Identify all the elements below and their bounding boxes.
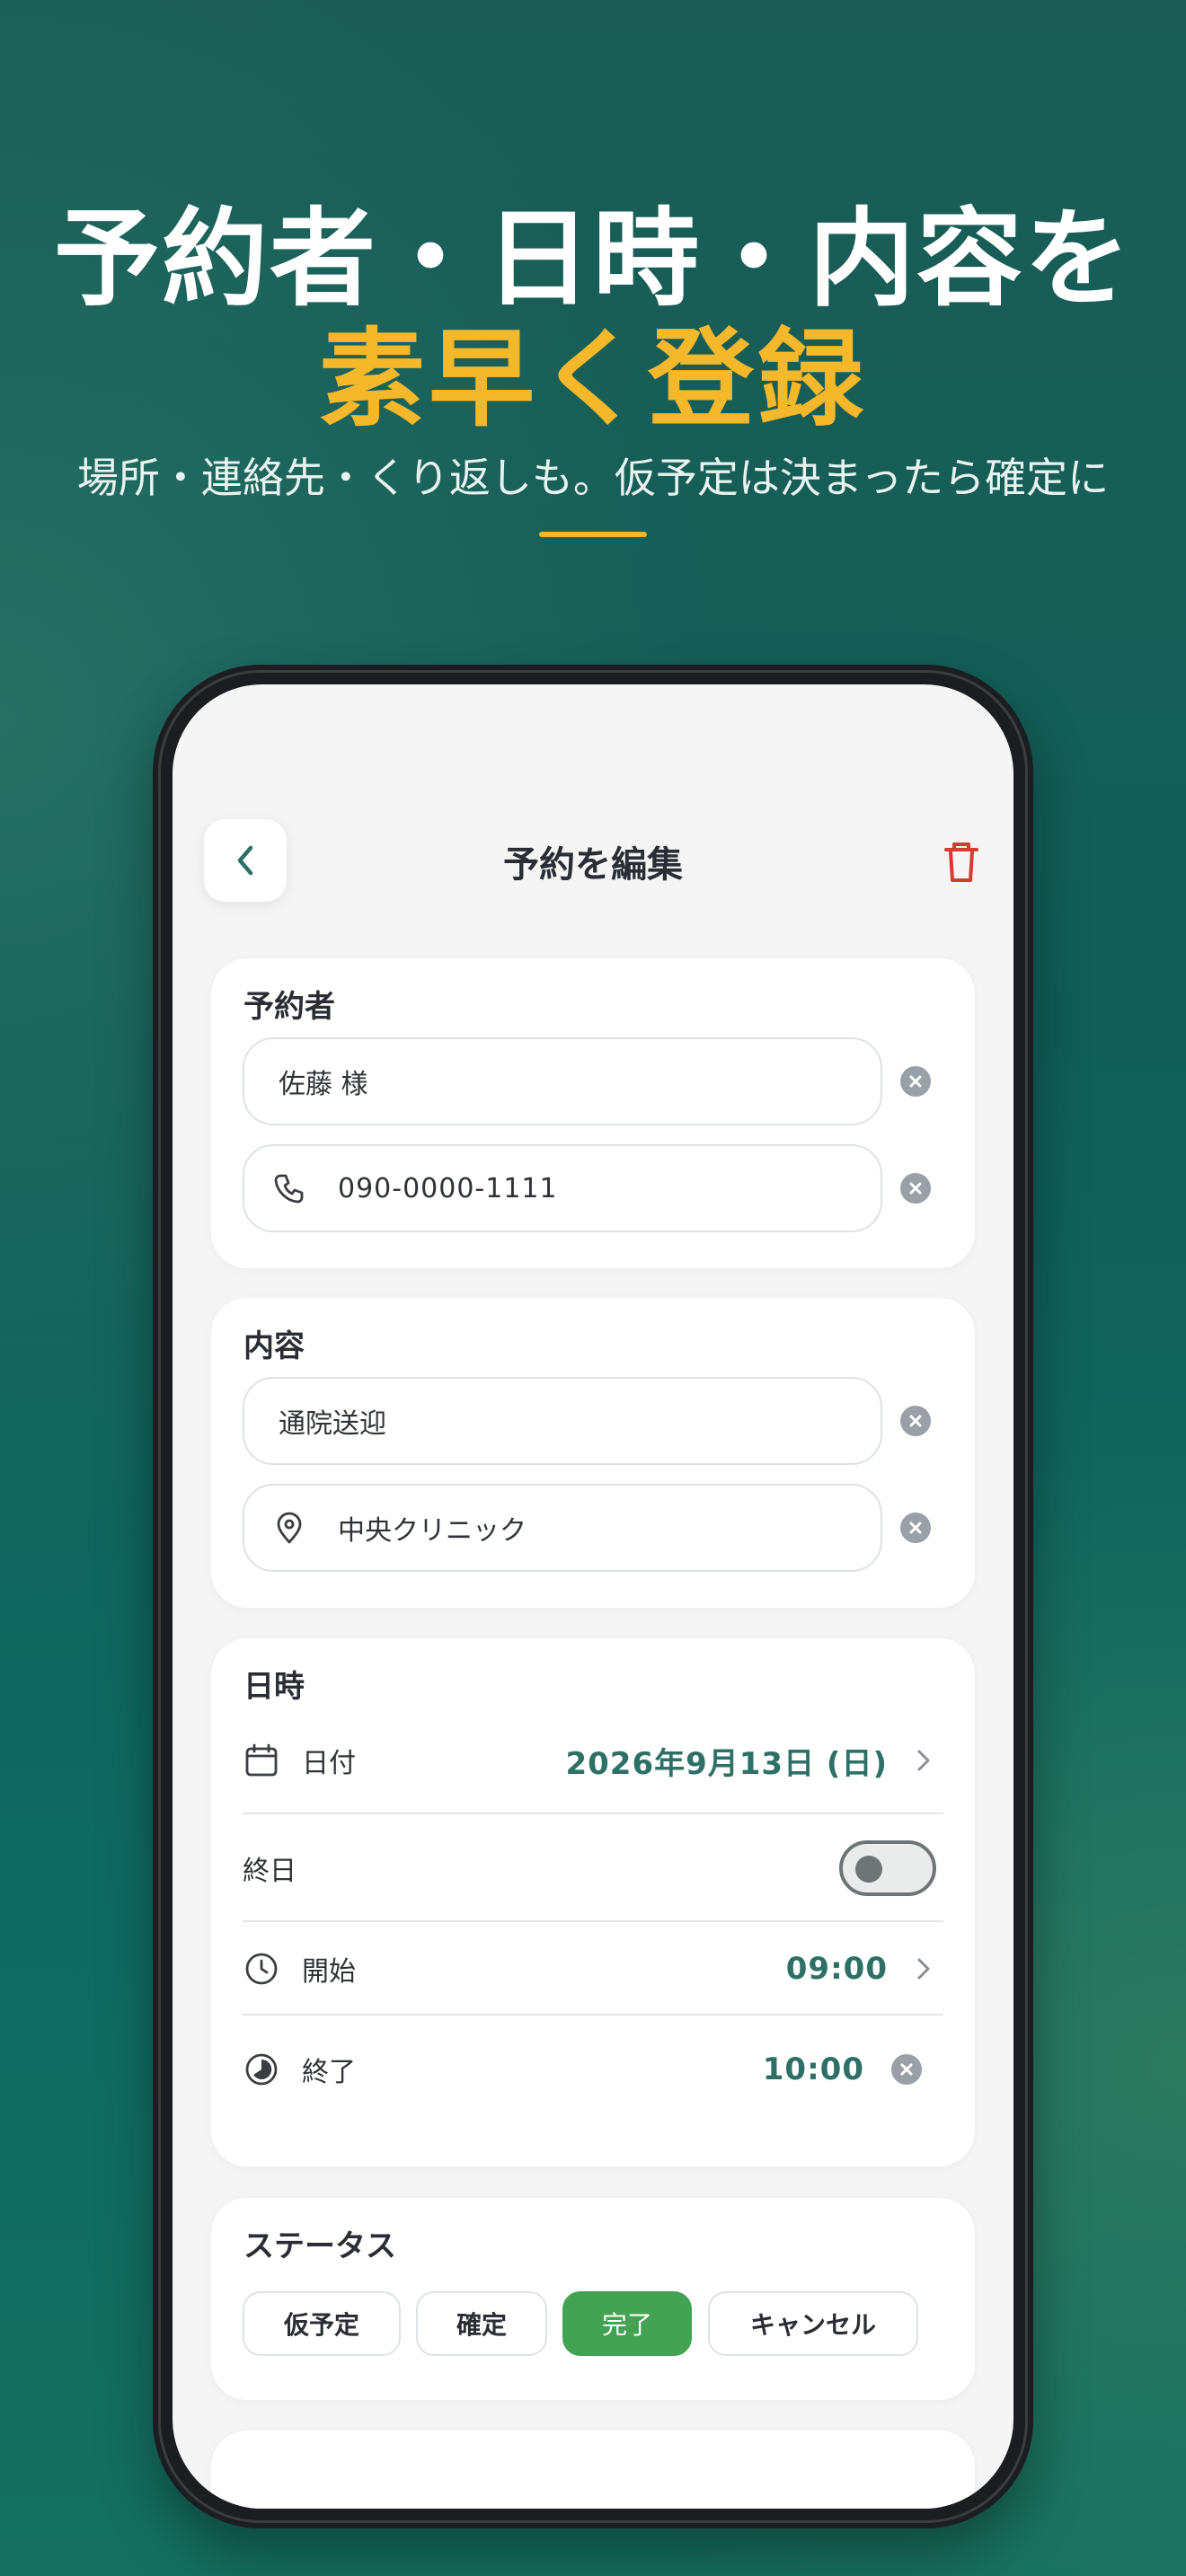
trash-icon[interactable]	[942, 841, 981, 884]
clear-icon[interactable]	[900, 1066, 931, 1097]
app-screen: 予約を編集 予約者 佐藤 様 090-0000-1111 内容 通院送迎 中央ク…	[173, 684, 1013, 2509]
page-title: 予約を編集	[503, 844, 683, 886]
hero-headline: 予約者・日時・内容を	[53, 197, 1132, 321]
description-field[interactable]: 通院送迎	[243, 1377, 882, 1465]
reserver-card-title: 予約者	[243, 989, 335, 1025]
status-card: ステータス 仮予定 確定 完了 キャンセル	[211, 2198, 975, 2400]
date-row[interactable]: 日付 2026年9月13日 (日)	[243, 1716, 943, 1805]
phone-value: 090-0000-1111	[338, 1172, 558, 1204]
description-value: 通院送迎	[279, 1408, 386, 1440]
phone-icon	[271, 1170, 307, 1206]
chevron-right-icon	[917, 1958, 930, 1980]
phone-frame: 予約を編集 予約者 佐藤 様 090-0000-1111 内容 通院送迎 中央ク…	[153, 665, 1033, 2528]
clock-half-icon	[243, 2051, 280, 2088]
map-pin-icon	[271, 1510, 307, 1546]
clear-icon[interactable]	[900, 1406, 931, 1436]
divider	[243, 2014, 943, 2016]
content-card: 内容 通院送迎 中央クリニック	[211, 1298, 975, 1608]
start-label: 開始	[302, 1956, 356, 1988]
calendar-icon	[243, 1742, 280, 1779]
reserver-name-value: 佐藤 様	[279, 1069, 368, 1100]
status-chip-tentative[interactable]: 仮予定	[243, 2291, 401, 2356]
hero-subtitle: 場所・連絡先・くり返しも。仮予定は決まったら確定に	[76, 454, 1110, 502]
reserver-name-field[interactable]: 佐藤 様	[243, 1037, 882, 1125]
datetime-card-title: 日時	[243, 1669, 305, 1705]
clear-icon[interactable]	[900, 1173, 931, 1204]
end-row[interactable]: 終了 10:00	[243, 2025, 943, 2114]
next-card-partial	[211, 2430, 975, 2509]
divider	[243, 1813, 943, 1814]
status-card-title: ステータス	[243, 2228, 396, 2264]
allday-toggle[interactable]	[839, 1840, 936, 1896]
hero-accent-rule	[539, 532, 647, 537]
status-chip-confirmed[interactable]: 確定	[416, 2291, 547, 2356]
datetime-card: 日時 日付 2026年9月13日 (日) 終日 開始 09:00 終了 10:0…	[211, 1638, 975, 2166]
nav-bar: 予約を編集	[173, 819, 1013, 905]
allday-label: 終日	[243, 1856, 296, 1887]
chevron-right-icon	[917, 1750, 930, 1771]
hero-highlight: 素早く登録	[318, 317, 867, 441]
start-value: 09:00	[785, 1951, 888, 1987]
location-field[interactable]: 中央クリニック	[243, 1484, 882, 1572]
allday-row: 終日	[243, 1818, 943, 1919]
date-label: 日付	[302, 1748, 356, 1779]
reserver-card: 予約者 佐藤 様 090-0000-1111	[211, 958, 975, 1268]
start-row[interactable]: 開始 09:00	[243, 1924, 943, 2014]
divider	[243, 1920, 943, 1922]
content-card-title: 内容	[243, 1328, 305, 1364]
toggle-knob	[855, 1856, 882, 1883]
status-chip-completed[interactable]: 完了	[562, 2291, 692, 2356]
location-value: 中央クリニック	[338, 1515, 527, 1547]
phone-field[interactable]: 090-0000-1111	[243, 1144, 882, 1232]
clock-icon	[243, 1950, 280, 1988]
status-chip-cancel[interactable]: キャンセル	[708, 2291, 918, 2356]
end-label: 終了	[302, 2057, 356, 2088]
clear-icon[interactable]	[900, 1513, 931, 1543]
clear-icon[interactable]	[891, 2054, 922, 2085]
end-value: 10:00	[762, 2051, 864, 2087]
date-value: 2026年9月13日 (日)	[565, 1745, 888, 1782]
